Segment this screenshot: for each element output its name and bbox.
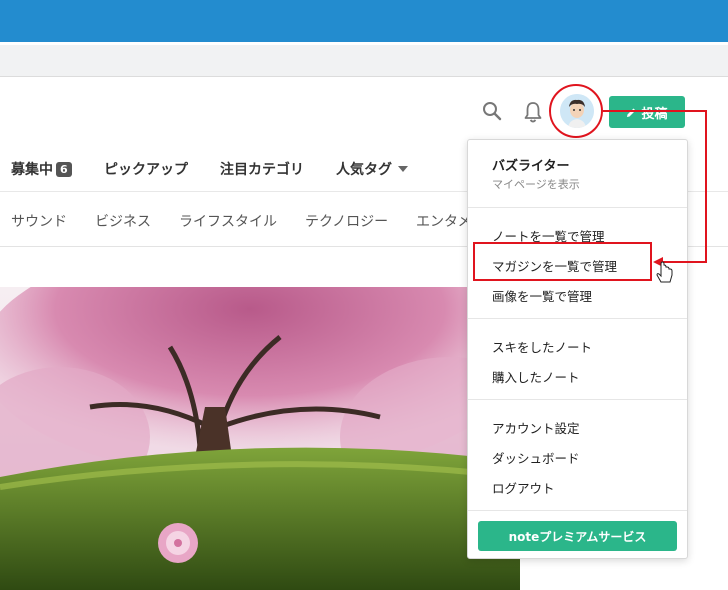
menu-item-account-settings[interactable]: アカウント設定: [492, 418, 580, 437]
premium-service-button[interactable]: noteプレミアムサービス: [478, 521, 677, 551]
nav-item-pickup[interactable]: ピックアップ: [104, 159, 188, 179]
nav-item-label: 注目カテゴリ: [220, 162, 304, 178]
bell-icon[interactable]: [522, 100, 544, 124]
count-badge: 6: [56, 162, 72, 177]
menu-item-purchased-notes[interactable]: 購入したノート: [492, 367, 580, 386]
menu-user-name[interactable]: バズライター: [492, 155, 569, 174]
divider: [468, 510, 687, 511]
menu-item-logout[interactable]: ログアウト: [492, 478, 555, 497]
nav-item-popular-tags[interactable]: 人気タグ: [336, 159, 408, 179]
category-lifestyle[interactable]: ライフスタイル: [179, 211, 277, 231]
nav-item-featured-categories[interactable]: 注目カテゴリ: [220, 159, 304, 179]
nav-item-recruiting[interactable]: 募集中 6: [11, 159, 72, 179]
divider: [468, 207, 687, 208]
pencil-icon: [627, 108, 636, 117]
category-business[interactable]: ビジネス: [95, 211, 151, 231]
post-button-label: 投稿: [641, 106, 668, 122]
divider: [468, 318, 687, 319]
avatar-highlight-ring: [549, 84, 603, 138]
nav-item-label: 人気タグ: [336, 162, 392, 178]
divider: [468, 399, 687, 400]
category-technology[interactable]: テクノロジー: [305, 211, 388, 231]
category-entertainment[interactable]: エンタメ: [416, 211, 472, 231]
browser-top-bar: [0, 0, 728, 42]
menu-item-dashboard[interactable]: ダッシュボード: [492, 448, 580, 467]
search-icon[interactable]: [481, 100, 503, 122]
featured-image[interactable]: [0, 287, 520, 590]
menu-item-manage-images[interactable]: 画像を一覧で管理: [492, 286, 592, 305]
nav-item-label: ピックアップ: [104, 162, 188, 178]
menu-view-mypage[interactable]: マイページを表示: [492, 176, 580, 192]
highlight-box: [473, 242, 652, 281]
post-button[interactable]: 投稿: [609, 96, 685, 128]
menu-item-liked-notes[interactable]: スキをしたノート: [492, 337, 592, 356]
account-dropdown-menu: バズライター マイページを表示 ノートを一覧で管理 マガジンを一覧で管理 画像を…: [467, 139, 688, 559]
category-sound[interactable]: サウンド: [11, 211, 67, 231]
nav-item-label: 募集中: [11, 162, 53, 178]
browser-address-bar: [0, 45, 728, 77]
caret-down-icon: [398, 166, 408, 172]
